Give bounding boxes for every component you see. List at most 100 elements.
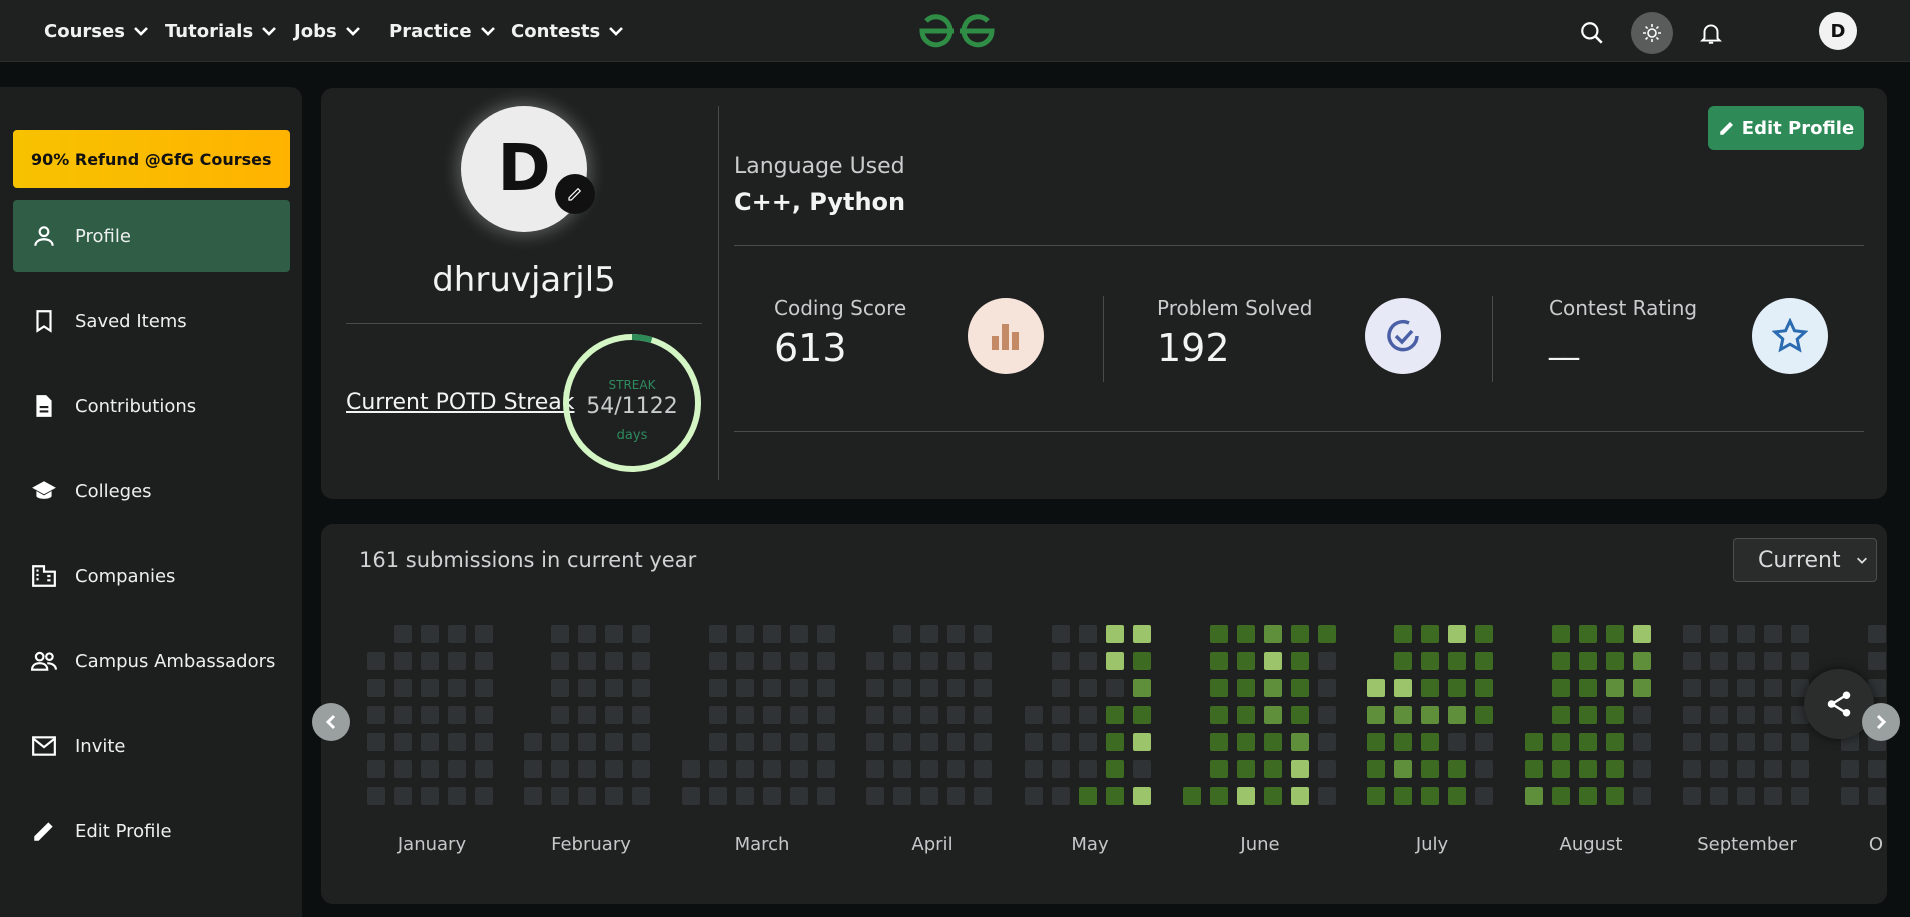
heatmap-cell[interactable]: [1210, 760, 1228, 778]
heatmap-cell[interactable]: [524, 760, 542, 778]
heatmap-cell[interactable]: [920, 625, 938, 643]
heatmap-cell[interactable]: [1606, 760, 1624, 778]
heatmap-cell[interactable]: [1237, 625, 1255, 643]
heatmap-cell[interactable]: [893, 706, 911, 724]
heatmap-cell[interactable]: [790, 652, 808, 670]
heatmap-cell[interactable]: [1025, 787, 1043, 805]
heatmap-cell[interactable]: [578, 787, 596, 805]
heatmap-cell[interactable]: [1710, 706, 1728, 724]
heatmap-cell[interactable]: [1052, 679, 1070, 697]
heatmap-cell[interactable]: [1025, 760, 1043, 778]
heatmap-cell[interactable]: [1475, 733, 1493, 751]
heatmap-cell[interactable]: [448, 760, 466, 778]
heatmap-cell[interactable]: [551, 652, 569, 670]
heatmap-cell[interactable]: [866, 706, 884, 724]
theme-toggle-button[interactable]: [1631, 12, 1673, 54]
heatmap-cell[interactable]: [790, 706, 808, 724]
heatmap-cell[interactable]: [1394, 679, 1412, 697]
heatmap-cell[interactable]: [578, 706, 596, 724]
heatmap-cell[interactable]: [1710, 787, 1728, 805]
user-avatar[interactable]: D: [1819, 12, 1857, 50]
heatmap-cell[interactable]: [1318, 760, 1336, 778]
heatmap-cell[interactable]: [421, 760, 439, 778]
sidebar-item-edit-profile[interactable]: Edit Profile: [13, 795, 290, 867]
heatmap-cell[interactable]: [974, 787, 992, 805]
heatmap-cell[interactable]: [817, 679, 835, 697]
heatmap-cell[interactable]: [1737, 787, 1755, 805]
heatmap-cell[interactable]: [367, 679, 385, 697]
heatmap-cell[interactable]: [1633, 652, 1651, 670]
heatmap-cell[interactable]: [475, 679, 493, 697]
heatmap-cell[interactable]: [1448, 652, 1466, 670]
heatmap-cell[interactable]: [1868, 787, 1886, 805]
heatmap-cell[interactable]: [1579, 733, 1597, 751]
heatmap-cell[interactable]: [1106, 706, 1124, 724]
heatmap-cell[interactable]: [1525, 733, 1543, 751]
heatmap-cell[interactable]: [1237, 679, 1255, 697]
heatmap-cell[interactable]: [1318, 706, 1336, 724]
heatmap-cell[interactable]: [974, 760, 992, 778]
scroll-left-button[interactable]: [312, 703, 350, 741]
heatmap-cell[interactable]: [1318, 787, 1336, 805]
heatmap-cell[interactable]: [1394, 625, 1412, 643]
heatmap-cell[interactable]: [817, 787, 835, 805]
sidebar-item-companies[interactable]: Companies: [13, 540, 290, 612]
heatmap-cell[interactable]: [1421, 625, 1439, 643]
heatmap-cell[interactable]: [1133, 733, 1151, 751]
heatmap-cell[interactable]: [394, 652, 412, 670]
potd-streak-link[interactable]: Current POTD Streak: [346, 390, 575, 415]
heatmap-cell[interactable]: [1421, 787, 1439, 805]
heatmap-cell[interactable]: [1764, 733, 1782, 751]
heatmap-cell[interactable]: [1318, 652, 1336, 670]
heatmap-cell[interactable]: [1291, 760, 1309, 778]
heatmap-cell[interactable]: [1633, 760, 1651, 778]
heatmap-cell[interactable]: [1367, 760, 1385, 778]
heatmap-cell[interactable]: [893, 679, 911, 697]
heatmap-cell[interactable]: [1552, 787, 1570, 805]
edit-profile-button[interactable]: Edit Profile: [1708, 106, 1864, 150]
heatmap-cell[interactable]: [1579, 679, 1597, 697]
heatmap-cell[interactable]: [1475, 652, 1493, 670]
heatmap-cell[interactable]: [1133, 652, 1151, 670]
heatmap-cell[interactable]: [448, 733, 466, 751]
heatmap-cell[interactable]: [1237, 652, 1255, 670]
heatmap-cell[interactable]: [578, 733, 596, 751]
heatmap-cell[interactable]: [947, 733, 965, 751]
heatmap-cell[interactable]: [763, 625, 781, 643]
heatmap-cell[interactable]: [1421, 706, 1439, 724]
heatmap-cell[interactable]: [1106, 625, 1124, 643]
heatmap-cell[interactable]: [1421, 679, 1439, 697]
heatmap-cell[interactable]: [1237, 787, 1255, 805]
heatmap-cell[interactable]: [421, 706, 439, 724]
heatmap-cell[interactable]: [736, 706, 754, 724]
heatmap-cell[interactable]: [1710, 760, 1728, 778]
heatmap-cell[interactable]: [1367, 733, 1385, 751]
heatmap-cell[interactable]: [1421, 733, 1439, 751]
edit-avatar-button[interactable]: [555, 174, 595, 214]
heatmap-cell[interactable]: [1052, 787, 1070, 805]
nav-contests[interactable]: Contests: [511, 18, 624, 44]
heatmap-cell[interactable]: [1764, 679, 1782, 697]
heatmap-cell[interactable]: [1633, 733, 1651, 751]
heatmap-cell[interactable]: [1106, 679, 1124, 697]
heatmap-cell[interactable]: [605, 679, 623, 697]
heatmap-cell[interactable]: [1606, 706, 1624, 724]
gfg-logo[interactable]: [918, 12, 996, 50]
heatmap-cell[interactable]: [1552, 733, 1570, 751]
search-button[interactable]: [1571, 12, 1613, 54]
heatmap-cell[interactable]: [1475, 679, 1493, 697]
heatmap-cell[interactable]: [1606, 625, 1624, 643]
heatmap-cell[interactable]: [817, 760, 835, 778]
heatmap-cell[interactable]: [1764, 652, 1782, 670]
heatmap-cell[interactable]: [1710, 652, 1728, 670]
heatmap-cell[interactable]: [1525, 787, 1543, 805]
heatmap-cell[interactable]: [893, 625, 911, 643]
heatmap-cell[interactable]: [1579, 625, 1597, 643]
heatmap-cell[interactable]: [367, 706, 385, 724]
heatmap-cell[interactable]: [736, 652, 754, 670]
heatmap-cell[interactable]: [736, 760, 754, 778]
heatmap-cell[interactable]: [367, 733, 385, 751]
heatmap-cell[interactable]: [1291, 706, 1309, 724]
heatmap-cell[interactable]: [763, 787, 781, 805]
heatmap-cell[interactable]: [1737, 760, 1755, 778]
